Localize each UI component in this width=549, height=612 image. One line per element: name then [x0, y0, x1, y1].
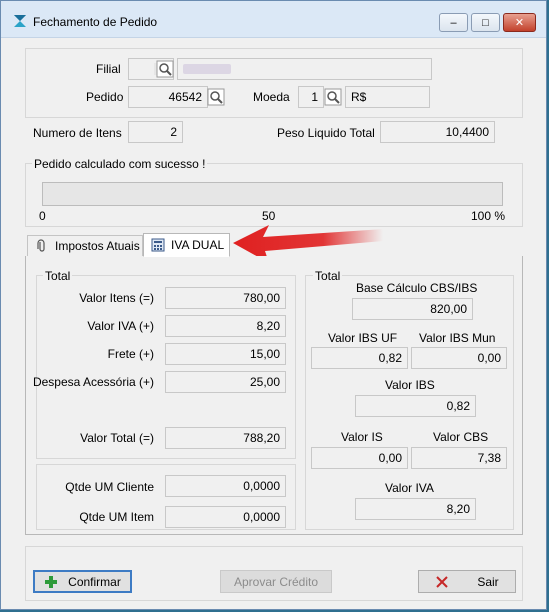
close-icon: ✕ [514, 17, 525, 29]
close-button[interactable]: ✕ [503, 13, 536, 32]
qtde-cliente-label: Qtde UM Cliente [65, 480, 154, 494]
cbs-field: 7,38 [411, 447, 507, 469]
close-x-icon [436, 575, 449, 588]
iva-field: 8,20 [355, 498, 476, 520]
minimize-button[interactable]: – [439, 13, 468, 32]
plus-icon [45, 575, 58, 588]
order-closing-window: Fechamento de Pedido – □ ✕ Filial Pedido… [0, 0, 547, 610]
filial-lookup-icon[interactable] [156, 60, 174, 78]
aprovar-credito-button[interactable]: Aprovar Crédito [220, 570, 332, 593]
ibs-field: 0,82 [355, 395, 476, 417]
valor-itens-field: 780,00 [165, 287, 286, 309]
pedido-label: Pedido [86, 90, 124, 104]
numero-itens-label: Numero de Itens [33, 126, 122, 140]
confirmar-button[interactable]: Confirmar [33, 570, 132, 593]
cbs-label: Valor CBS [433, 430, 489, 444]
right-group-title: Total [313, 269, 343, 283]
paperclip-icon [37, 239, 45, 252]
ibs-mun-field: 0,00 [411, 347, 507, 369]
frete-label: Frete (+) [107, 347, 154, 361]
tab-iva-dual[interactable]: IVA DUAL [143, 233, 230, 257]
calculator-icon [151, 238, 165, 252]
ibs-mun-label: Valor IBS Mun [419, 331, 496, 345]
frete-field: 15,00 [165, 343, 286, 365]
moeda-lookup-icon[interactable] [324, 88, 342, 106]
valor-total-label: Valor Total (=) [80, 431, 154, 445]
numero-itens-field: 2 [128, 121, 183, 143]
is-label: Valor IS [341, 430, 383, 444]
ibs-label: Valor IBS [385, 378, 435, 392]
progress-bar [42, 182, 503, 206]
valor-itens-label: Valor Itens (=) [79, 291, 154, 305]
left-group-title: Total [43, 269, 73, 283]
window-title: Fechamento de Pedido [33, 15, 158, 29]
maximize-button[interactable]: □ [471, 13, 500, 32]
pedido-input[interactable]: 46542 [128, 86, 208, 108]
despesa-field: 25,00 [165, 371, 286, 393]
sair-label: Sair [477, 574, 499, 589]
tab-label-impostos: Impostos Atuais [55, 239, 140, 253]
maximize-icon: □ [482, 16, 489, 29]
peso-field: 10,4400 [380, 121, 495, 143]
confirmar-label: Confirmar [68, 574, 121, 589]
ibs-uf-label: Valor IBS UF [328, 331, 398, 345]
valor-iva-field: 8,20 [165, 315, 286, 337]
despesa-label: Despesa Acessória (+) [32, 375, 154, 389]
pedido-lookup-icon[interactable] [207, 88, 225, 106]
title-bar: Fechamento de Pedido – □ ✕ [1, 1, 546, 38]
moeda-label: Moeda [253, 90, 290, 104]
filial-name-field [177, 58, 432, 80]
progress-message: Pedido calculado com sucesso ! [32, 157, 208, 171]
tab-label-iva-dual: IVA DUAL [171, 238, 225, 252]
progress-tick-0: 0 [39, 209, 46, 223]
valor-total-field: 788,20 [165, 427, 286, 449]
is-field: 0,00 [311, 447, 408, 469]
tab-impostos-atuais[interactable]: Impostos Atuais [27, 235, 143, 256]
base-calculo-field: 820,00 [352, 298, 473, 320]
moeda-symbol-field: R$ [345, 86, 430, 108]
filial-label: Filial [96, 62, 121, 76]
iva-label: Valor IVA [385, 481, 434, 495]
qtde-item-field: 0,0000 [165, 506, 286, 528]
app-logo-icon [14, 15, 26, 27]
progress-tick-50: 50 [262, 209, 276, 223]
sair-button[interactable]: Sair [418, 570, 516, 593]
aprovar-label: Aprovar Crédito [233, 574, 319, 589]
moeda-code-input[interactable]: 1 [298, 86, 324, 108]
base-calculo-label: Base Cálculo CBS/IBS [356, 281, 478, 295]
ibs-uf-field: 0,82 [311, 347, 408, 369]
progress-tick-100: 100 % [471, 209, 506, 223]
valor-iva-label: Valor IVA (+) [87, 319, 154, 333]
qtde-item-label: Qtde UM Item [79, 510, 154, 524]
peso-label: Peso Liquido Total [277, 126, 375, 140]
minimize-icon: – [450, 16, 457, 29]
qtde-cliente-field: 0,0000 [165, 475, 286, 497]
